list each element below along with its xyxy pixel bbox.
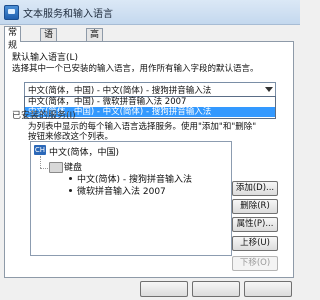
language-flag-icon: CH — [34, 145, 46, 155]
tab-advanced-key-settings[interactable]: 高级键设置 — [86, 28, 104, 92]
footer-button[interactable] — [244, 281, 292, 297]
tree-service-item[interactable]: 微软拼音输入法 2007 — [77, 184, 166, 197]
dropdown-option[interactable]: 中文(简体，中国) - 微软拼音输入法 2007 — [25, 97, 275, 107]
footer-button[interactable] — [192, 281, 240, 297]
properties-button[interactable]: 属性(P)... — [232, 217, 278, 232]
keyboard-app-icon — [4, 5, 19, 20]
move-up-button[interactable]: 上移(U) — [232, 236, 278, 251]
window-title: 文本服务和输入语言 — [23, 9, 113, 20]
bullet-icon — [69, 189, 72, 192]
bullet-icon — [69, 177, 72, 180]
tab-general[interactable]: 常规 — [4, 26, 22, 51]
remove-button[interactable]: 删除(R) — [232, 199, 278, 214]
footer-button[interactable] — [140, 281, 188, 297]
tree-connector — [40, 168, 48, 169]
default-language-description: 选择其中一个已安装的输入语言，用作所有输入字段的默认语言。 — [12, 64, 259, 74]
move-down-button[interactable]: 下移(O) — [232, 256, 278, 271]
add-button[interactable]: 添加(D)... — [232, 181, 278, 196]
combo-selected-value: 中文(简体，中国) - 中文(简体) - 搜狗拼音输入法 — [28, 86, 212, 96]
tab-language-bar[interactable]: 语言栏 — [40, 28, 58, 66]
chevron-down-icon[interactable] — [265, 87, 273, 92]
title-bar: 文本服务和输入语言 — [0, 0, 300, 25]
dialog-footer — [0, 278, 300, 300]
tree-connector — [40, 156, 41, 168]
keyboard-icon — [49, 162, 63, 173]
tree-language-node[interactable]: 中文(简体，中国) — [49, 145, 119, 158]
installed-services-tree[interactable]: CH 中文(简体，中国) 键盘 中文(简体) - 搜狗拼音输入法 微软拼音输入法… — [30, 141, 232, 256]
